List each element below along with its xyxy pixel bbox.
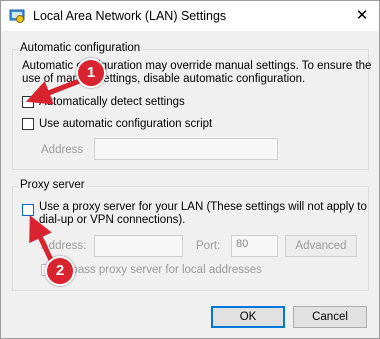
annotation-badge-2: 2 xyxy=(45,256,75,286)
annotation-arrow-2 xyxy=(29,215,55,264)
annotation-arrow-1 xyxy=(26,77,83,105)
annotation-arrows xyxy=(26,77,83,264)
annotation-badge-1: 1 xyxy=(76,58,106,88)
